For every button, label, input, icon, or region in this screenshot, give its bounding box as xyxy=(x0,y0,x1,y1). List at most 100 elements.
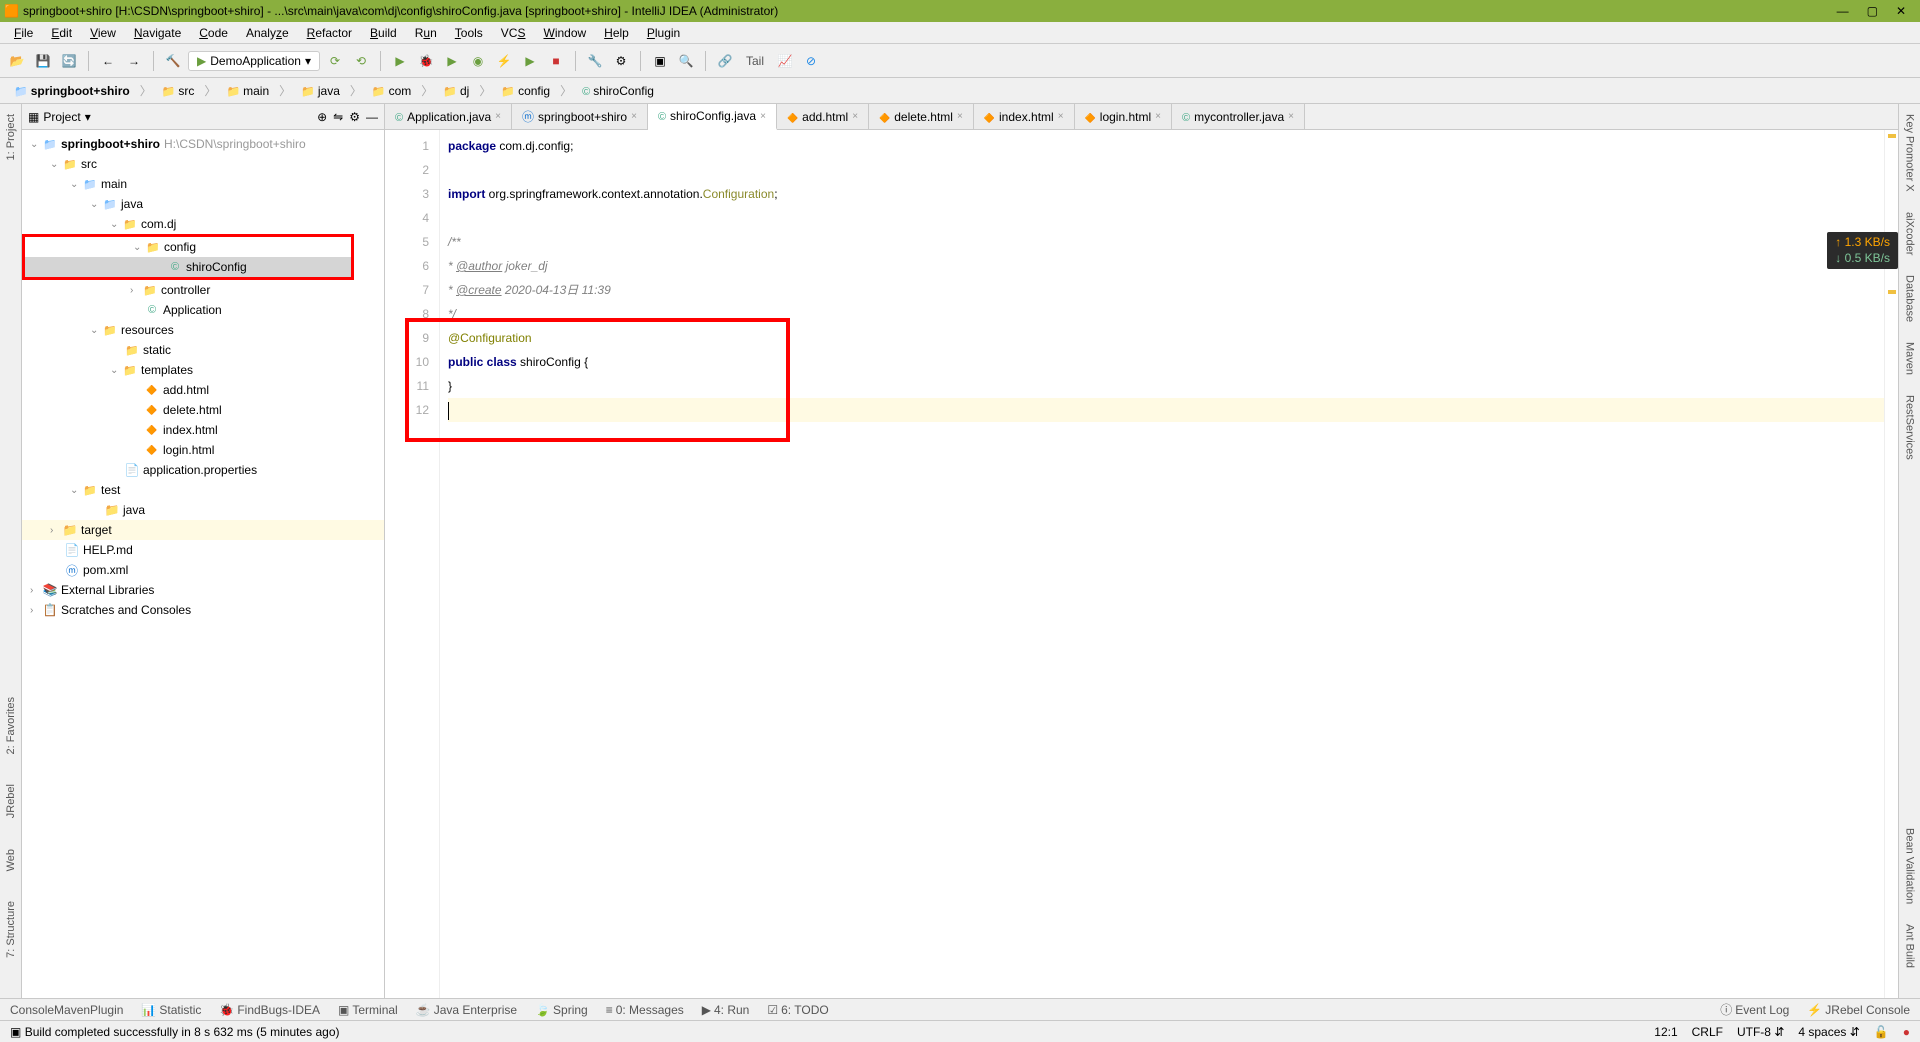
open-icon[interactable]: 📂 xyxy=(6,50,28,72)
tree-pom[interactable]: ⓜpom.xml xyxy=(22,560,384,580)
coverage-icon[interactable]: ▶ xyxy=(441,50,463,72)
tab-shiroconfig[interactable]: shiroConfig.java× xyxy=(648,104,777,130)
run-icon[interactable]: ▶ xyxy=(389,50,411,72)
tool-terminal[interactable]: ▣ Terminal xyxy=(338,1003,398,1017)
stop-icon[interactable]: ■ xyxy=(545,50,567,72)
tree-controller[interactable]: ›controller xyxy=(22,280,384,300)
profile-icon[interactable]: ◉ xyxy=(467,50,489,72)
gutter[interactable]: 123456789101112 xyxy=(385,130,440,998)
menu-navigate[interactable]: Navigate xyxy=(126,24,189,42)
tool-todo[interactable]: ☑ 6: TODO xyxy=(767,1003,828,1017)
tool-restservices[interactable]: RestServices xyxy=(1904,395,1916,460)
status-encoding[interactable]: UTF-8 ⇵ xyxy=(1737,1025,1784,1039)
forward-icon[interactable]: → xyxy=(123,50,145,72)
sync-icon[interactable]: 🔄 xyxy=(58,50,80,72)
tree-add[interactable]: add.html xyxy=(22,380,384,400)
crumb-root[interactable]: springboot+shiro xyxy=(8,82,136,100)
project-tree[interactable]: ⌄springboot+shiroH:\CSDN\springboot+shir… xyxy=(22,130,384,998)
tree-application[interactable]: Application xyxy=(22,300,384,320)
tool-run[interactable]: ▶ 4: Run xyxy=(702,1003,750,1017)
run-reload-icon[interactable]: ⟳ xyxy=(324,50,346,72)
tool-maven[interactable]: Maven xyxy=(1904,342,1916,375)
menu-analyze[interactable]: Analyze xyxy=(238,24,297,42)
tab-springbootshiro[interactable]: ⓜspringboot+shiro× xyxy=(512,104,648,129)
tool-keypromoter[interactable]: Key Promoter X xyxy=(1904,114,1916,192)
status-indent[interactable]: 4 spaces ⇵ xyxy=(1798,1025,1859,1039)
tree-testjava[interactable]: 📁java xyxy=(22,500,384,520)
crumb-dj[interactable]: dj xyxy=(437,82,475,100)
tool-findbugs[interactable]: 🐞 FindBugs-IDEA xyxy=(219,1003,320,1017)
tab-application[interactable]: Application.java× xyxy=(385,104,512,129)
menu-plugin[interactable]: Plugin xyxy=(639,24,688,42)
status-crlf[interactable]: CRLF xyxy=(1692,1025,1723,1039)
tree-src[interactable]: ⌄src xyxy=(22,154,384,174)
tab-mycontroller[interactable]: mycontroller.java× xyxy=(1172,104,1305,129)
tool-antbuild[interactable]: Ant Build xyxy=(1904,924,1916,968)
tree-help[interactable]: 📄HELP.md xyxy=(22,540,384,560)
crumb-src[interactable]: src xyxy=(156,82,201,100)
tail-label[interactable]: Tail xyxy=(740,54,770,68)
close-icon[interactable]: × xyxy=(631,111,637,122)
menu-build[interactable]: Build xyxy=(362,24,405,42)
maximize-button[interactable]: ▢ xyxy=(1867,4,1878,18)
attach-icon[interactable]: ⚡ xyxy=(493,50,515,72)
close-icon[interactable]: × xyxy=(1155,111,1161,122)
menu-window[interactable]: Window xyxy=(535,24,594,42)
code-area[interactable]: package com.dj.config; import org.spring… xyxy=(440,130,1884,998)
crumb-config[interactable]: config xyxy=(495,82,556,100)
tool-jrebel[interactable]: JRebel xyxy=(5,784,17,818)
run-config-dropdown[interactable]: ▶ DemoApplication ▾ xyxy=(188,51,320,71)
tab-add[interactable]: add.html× xyxy=(777,104,869,129)
tree-resources[interactable]: ⌄resources xyxy=(22,320,384,340)
close-icon[interactable]: × xyxy=(957,111,963,122)
jr-icon[interactable]: ▶ xyxy=(519,50,541,72)
tool-structure[interactable]: 7: Structure xyxy=(5,901,17,958)
tree-root[interactable]: ⌄springboot+shiroH:\CSDN\springboot+shir… xyxy=(22,134,384,154)
close-icon[interactable]: × xyxy=(1058,111,1064,122)
structure-icon[interactable]: ⚙ xyxy=(610,50,632,72)
menu-file[interactable]: File xyxy=(6,24,41,42)
project-header-label[interactable]: Project xyxy=(43,110,80,124)
crumb-main[interactable]: main xyxy=(220,82,275,100)
tab-delete[interactable]: delete.html× xyxy=(869,104,974,129)
tool-project[interactable]: 1: Project xyxy=(5,114,17,160)
link-icon[interactable]: 🔗 xyxy=(714,50,736,72)
tool-consolemaven[interactable]: ConsoleMavenPlugin xyxy=(10,1003,123,1017)
gear-icon[interactable]: ⚙ xyxy=(349,110,360,124)
crumb-java[interactable]: java xyxy=(295,82,346,100)
tool-database[interactable]: Database xyxy=(1904,275,1916,322)
hammer-icon[interactable]: 🔨 xyxy=(162,50,184,72)
tree-login[interactable]: login.html xyxy=(22,440,384,460)
tab-index[interactable]: index.html× xyxy=(974,104,1075,129)
block-icon[interactable]: ⊘ xyxy=(800,50,822,72)
tree-extlib[interactable]: ›📚External Libraries xyxy=(22,580,384,600)
target-icon[interactable]: ⊕ xyxy=(317,110,327,124)
close-icon[interactable]: × xyxy=(495,111,501,122)
status-position[interactable]: 12:1 xyxy=(1654,1025,1677,1039)
close-icon[interactable]: × xyxy=(852,111,858,122)
tool-spring[interactable]: 🍃 Spring xyxy=(535,1003,588,1017)
tree-templates[interactable]: ⌄templates xyxy=(22,360,384,380)
editor-body[interactable]: 123456789101112 package com.dj.config; i… xyxy=(385,130,1898,998)
tree-appprops[interactable]: 📄application.properties xyxy=(22,460,384,480)
close-icon[interactable]: × xyxy=(1288,111,1294,122)
ax-icon[interactable]: ▣ xyxy=(649,50,671,72)
menu-vcs[interactable]: VCS xyxy=(493,24,534,42)
debug-icon[interactable]: 🐞 xyxy=(415,50,437,72)
menu-tools[interactable]: Tools xyxy=(447,24,491,42)
tree-java[interactable]: ⌄java xyxy=(22,194,384,214)
collapse-icon[interactable]: ⇋ xyxy=(333,110,343,124)
tool-jrebelconsole[interactable]: ⚡ JRebel Console xyxy=(1807,1003,1910,1017)
hide-icon[interactable]: — xyxy=(366,110,378,124)
tool-messages[interactable]: ≡ 0: Messages xyxy=(606,1003,684,1017)
tree-scratches[interactable]: ›📋Scratches and Consoles xyxy=(22,600,384,620)
lock-icon[interactable]: 🔓 xyxy=(1874,1025,1889,1039)
tool-web[interactable]: Web xyxy=(5,849,17,871)
tool-beanvalidation[interactable]: Bean Validation xyxy=(1904,828,1916,904)
wrench-icon[interactable]: 🔧 xyxy=(584,50,606,72)
save-icon[interactable]: 💾 xyxy=(32,50,54,72)
crumb-shiroconfig[interactable]: shiroConfig xyxy=(576,82,660,100)
minimize-button[interactable]: — xyxy=(1837,4,1849,18)
search-icon[interactable]: 🔍 xyxy=(675,50,697,72)
menu-refactor[interactable]: Refactor xyxy=(299,24,360,42)
